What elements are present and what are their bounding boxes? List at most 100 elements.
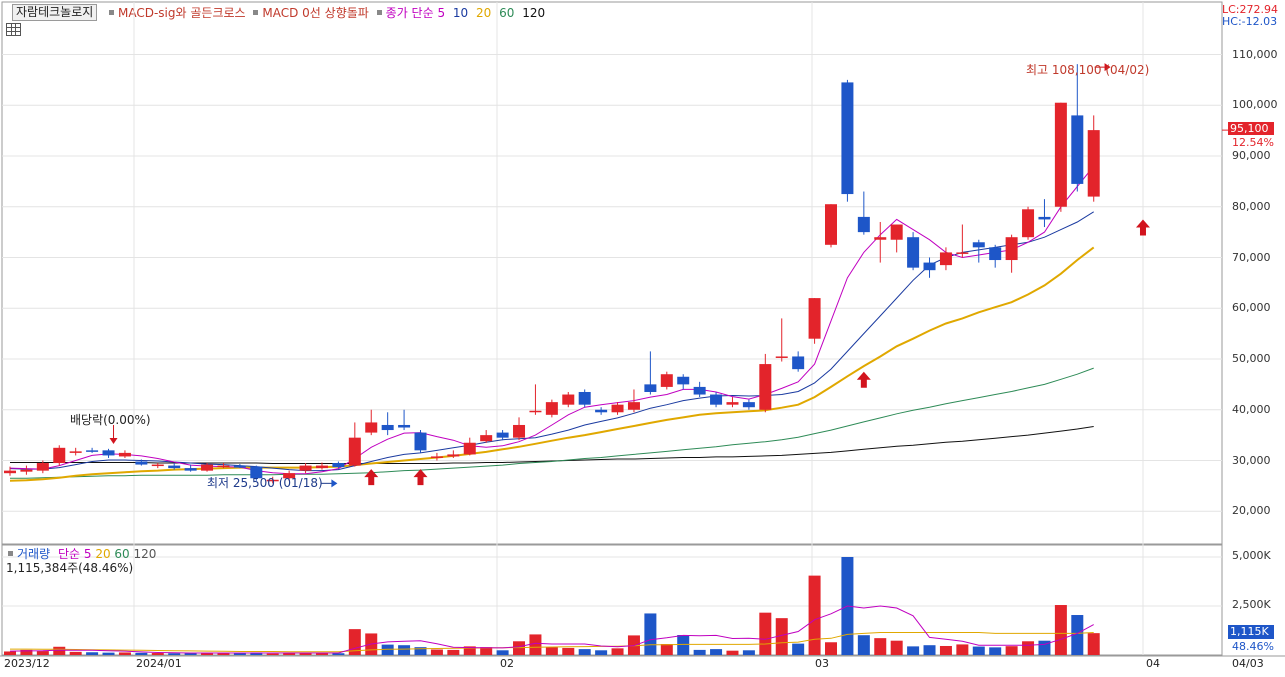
candle-body bbox=[4, 470, 16, 474]
volume-bar bbox=[135, 652, 148, 655]
volume-bar bbox=[430, 649, 443, 655]
candle-body bbox=[381, 424, 394, 431]
volume-bar bbox=[102, 652, 115, 655]
candle-body bbox=[907, 237, 920, 268]
candle-body bbox=[923, 262, 936, 271]
volume-current-box: 1,115K bbox=[1228, 625, 1274, 639]
candle-body bbox=[1087, 130, 1100, 197]
volume-bar bbox=[545, 647, 558, 655]
candle-body bbox=[660, 374, 673, 387]
ma20-line bbox=[9, 246, 1095, 482]
candle-body bbox=[792, 356, 805, 370]
x-label: 04/03 bbox=[1232, 657, 1264, 670]
low-marker-arrow bbox=[331, 479, 338, 488]
buy-signal-arrow bbox=[364, 469, 379, 486]
volume-current-pct: 48.46% bbox=[1232, 640, 1274, 653]
volume-bar bbox=[168, 653, 181, 655]
candle-body bbox=[1071, 115, 1084, 184]
candle-body bbox=[759, 364, 772, 410]
volume-axis-tick: 2,500K bbox=[1232, 598, 1271, 611]
candle-body bbox=[1005, 237, 1018, 261]
candle-body bbox=[595, 409, 608, 413]
current-change-pct: 12.54% bbox=[1232, 136, 1274, 149]
volume-bar bbox=[890, 640, 903, 655]
volume-bar bbox=[529, 634, 542, 655]
candle-body bbox=[710, 394, 723, 405]
candle-body bbox=[972, 242, 985, 248]
candle-body bbox=[841, 82, 854, 195]
volume-bar bbox=[759, 612, 772, 655]
candle-body bbox=[463, 442, 476, 455]
candle-body bbox=[939, 252, 952, 266]
candle-body bbox=[414, 432, 427, 451]
volume-bar bbox=[825, 642, 837, 655]
volume-bar bbox=[808, 575, 821, 655]
candle-body bbox=[233, 465, 246, 468]
candle-body bbox=[53, 447, 66, 464]
dividend-annotation: 배당락(0.00%) bbox=[70, 413, 151, 427]
candle-body bbox=[529, 410, 542, 413]
volume-bar bbox=[332, 653, 345, 655]
volume-bar bbox=[972, 646, 985, 655]
volume-bar bbox=[266, 653, 279, 655]
low-annotation: 최저 25,500 (01/18) bbox=[207, 476, 323, 490]
candle-body bbox=[168, 465, 181, 469]
volume-bar bbox=[1054, 605, 1067, 655]
candle-body bbox=[956, 252, 969, 254]
candle-body bbox=[726, 402, 739, 405]
dividend-marker-arrow bbox=[109, 438, 118, 444]
candle-body bbox=[184, 468, 197, 471]
candle-body bbox=[775, 356, 788, 358]
volume-bar bbox=[726, 650, 739, 655]
x-label: 03 bbox=[815, 657, 829, 670]
volume-bar bbox=[792, 643, 805, 655]
current-price-box: 95,100 bbox=[1228, 122, 1274, 135]
volume-bar bbox=[578, 649, 591, 655]
candle-body bbox=[1038, 216, 1051, 220]
candle-body bbox=[890, 224, 903, 240]
x-label: 02 bbox=[500, 657, 514, 670]
candle-body bbox=[365, 422, 378, 433]
x-label: 2024/01 bbox=[136, 657, 182, 670]
volume-ma120-label[interactable]: 120 bbox=[134, 547, 157, 561]
price-axis-tick: 20,000 bbox=[1232, 504, 1271, 518]
volume-value: 1,115,384주(48.46%) bbox=[6, 561, 134, 575]
volume-bar bbox=[118, 652, 131, 655]
legend-square-icon bbox=[8, 551, 13, 556]
candle-body bbox=[102, 450, 115, 456]
candle-body bbox=[1054, 102, 1067, 207]
candle-body bbox=[299, 465, 312, 471]
price-axis-tick: 70,000 bbox=[1232, 250, 1271, 264]
volume-bar bbox=[1022, 641, 1035, 655]
volume-bar bbox=[151, 653, 164, 655]
candle-body bbox=[611, 404, 624, 413]
volume-bar bbox=[660, 644, 673, 655]
volume-bar bbox=[644, 613, 657, 655]
ma5-line bbox=[9, 165, 1095, 475]
volume-bar bbox=[989, 647, 1002, 655]
candle-body bbox=[644, 384, 657, 392]
candle-body bbox=[693, 386, 706, 395]
volume-bar bbox=[69, 651, 82, 655]
candle-body bbox=[825, 204, 837, 245]
candle-body bbox=[742, 402, 755, 408]
candle-body bbox=[430, 456, 443, 458]
volume-bar bbox=[907, 646, 920, 655]
candle-body bbox=[135, 461, 148, 465]
volume-bar bbox=[1087, 633, 1100, 655]
candle-body bbox=[20, 469, 33, 472]
volume-bar bbox=[4, 651, 16, 655]
volume-bar bbox=[562, 647, 575, 655]
volume-bar bbox=[513, 641, 526, 655]
price-chart-svg[interactable] bbox=[0, 0, 1285, 677]
candle-body bbox=[398, 424, 411, 428]
price-axis-tick: 80,000 bbox=[1232, 199, 1271, 213]
volume-bar bbox=[53, 646, 66, 655]
volume-bar bbox=[86, 652, 99, 655]
candle-body bbox=[69, 451, 82, 453]
volume-bar bbox=[956, 644, 969, 655]
candle-body bbox=[151, 464, 164, 467]
volume-bar bbox=[447, 649, 460, 655]
candle-body bbox=[857, 216, 870, 233]
volume-bar bbox=[1005, 646, 1018, 655]
